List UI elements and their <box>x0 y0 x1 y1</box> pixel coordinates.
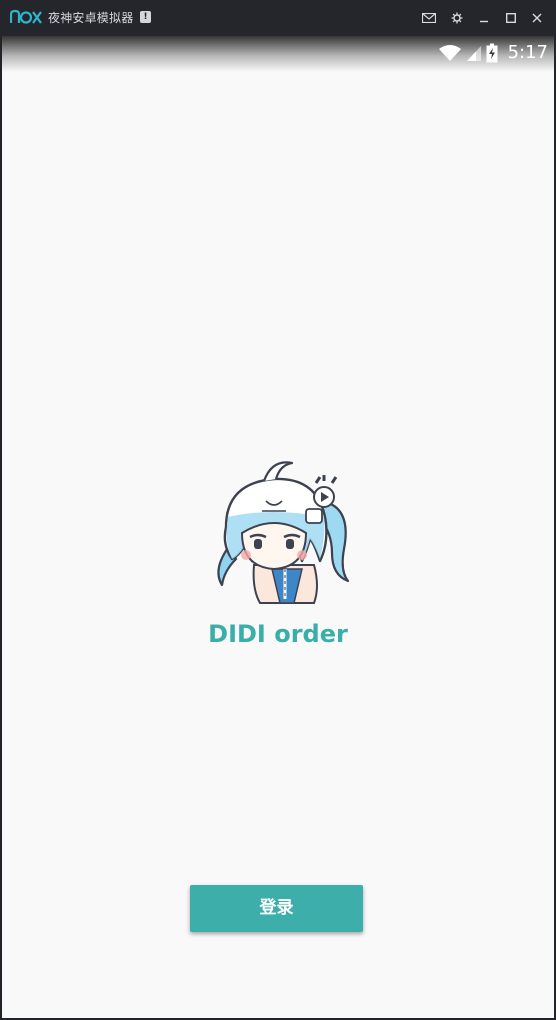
emulator-window: 夜神安卓模拟器 ! 5:17 DIDI order 登录 <box>0 0 556 1020</box>
status-icons: 5:17 <box>438 42 548 64</box>
settings-gear-icon[interactable] <box>447 8 467 28</box>
title-bar[interactable]: 夜神安卓模拟器 ! <box>0 0 556 36</box>
status-time: 5:17 <box>507 42 548 63</box>
status-bar: 5:17 <box>2 36 554 72</box>
phone-screen[interactable]: 5:17 DIDI order 登录 <box>2 36 554 1018</box>
app-name-title: DIDI order <box>208 620 348 648</box>
battery-charging-icon <box>486 43 498 63</box>
nox-logo-icon <box>10 9 42 24</box>
window-title: 夜神安卓模拟器 <box>48 11 134 25</box>
login-button[interactable]: 登录 <box>190 885 363 932</box>
wifi-icon <box>438 45 461 61</box>
cell-signal-icon <box>466 46 481 61</box>
minimize-icon[interactable] <box>474 8 494 28</box>
notice-badge[interactable]: ! <box>140 11 151 23</box>
maximize-icon[interactable] <box>501 8 521 28</box>
mail-icon[interactable] <box>419 8 439 28</box>
close-icon[interactable] <box>527 8 547 28</box>
mascot-girl-image <box>217 461 350 604</box>
